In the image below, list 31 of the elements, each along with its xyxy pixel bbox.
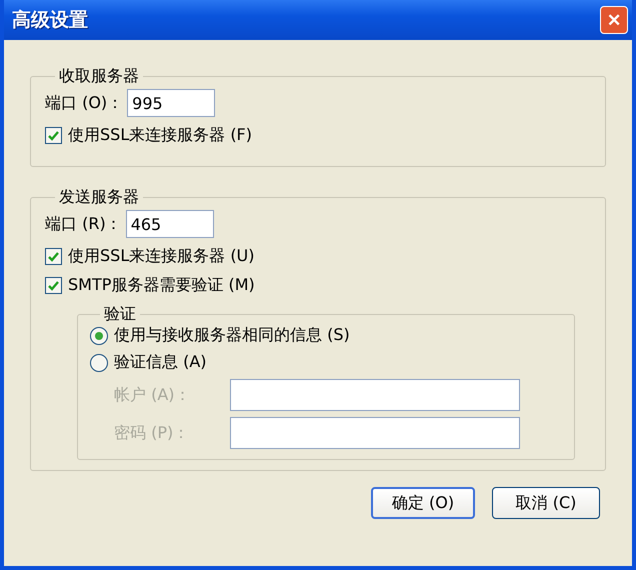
checkbox-label: SMTP服务器需要验证 (M) [68,275,255,296]
checkbox-label: 使用SSL来连接服务器 (F) [68,125,252,146]
port-label: 端口 (O)： [45,92,124,114]
checkmark-icon [48,280,59,290]
port-field[interactable]: 995 [127,89,216,117]
checkbox-row[interactable]: 使用SSL来连接服务器 (F) [45,125,591,146]
checkbox[interactable] [45,127,62,144]
port-label: 端口 (R)： [45,214,122,234]
close-button[interactable]: ✕ [600,6,628,34]
checkbox[interactable] [45,277,62,294]
dialog-button[interactable]: 确定 (O) [371,487,475,519]
radio-button[interactable] [90,326,108,344]
port-field[interactable]: 465 [126,210,214,238]
checkbox-label: 使用SSL来连接服务器 (U) [68,246,255,267]
radio-label: 验证信息 (A) [114,352,207,373]
field-label: 帐户 (A)： [114,384,192,406]
group-title: 收取服务器 [58,66,140,87]
checkbox[interactable] [45,248,62,265]
radio-option[interactable]: 验证信息 (A) [90,352,560,373]
group-title: 验证 [103,304,137,325]
checkbox-row[interactable]: SMTP服务器需要验证 (M) [45,275,591,296]
window-title: 高级设置 [12,8,88,33]
checkmark-icon [48,252,59,262]
radio-button[interactable] [90,354,108,372]
radio-option[interactable]: 使用与接收服务器相同的信息 (S) [90,325,560,346]
radio-label: 使用与接收服务器相同的信息 (S) [114,325,350,346]
group-title: 发送服务器 [58,187,140,208]
dialog-button[interactable]: 取消 (C) [492,487,600,519]
checkmark-icon [48,130,59,140]
checkbox-row[interactable]: 使用SSL来连接服务器 (U) [45,246,591,267]
field-label: 密码 (P)： [114,422,190,444]
